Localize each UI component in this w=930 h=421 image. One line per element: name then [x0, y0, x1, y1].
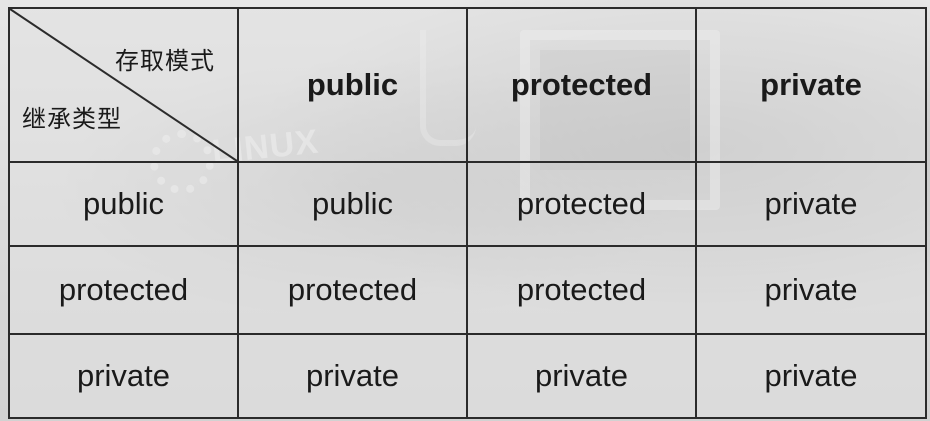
table-cell: private	[695, 245, 927, 335]
table-header-row: 存取模式 继承类型 public protected private	[8, 7, 927, 163]
row-header-protected: protected	[8, 245, 239, 335]
corner-header-cell: 存取模式 继承类型	[8, 7, 239, 163]
table-cell: public	[237, 161, 468, 247]
column-header-protected: protected	[466, 7, 697, 163]
table-cell: protected	[466, 245, 697, 335]
table-cell: private	[466, 333, 697, 419]
table-cell: protected	[237, 245, 468, 335]
column-header-private: private	[695, 7, 927, 163]
inheritance-type-axis-label: 继承类型	[22, 106, 122, 133]
table-cell: private	[237, 333, 468, 419]
row-header-public: public	[8, 161, 239, 247]
table-cell: private	[695, 333, 927, 419]
row-header-private: private	[8, 333, 239, 419]
table-row: protected protected protected private	[8, 245, 927, 335]
table-row: private private private private	[8, 333, 927, 419]
access-mode-axis-label: 存取模式	[115, 48, 215, 75]
table-cell: protected	[466, 161, 697, 247]
column-header-public: public	[237, 7, 468, 163]
corner-diagonal-line	[10, 9, 237, 161]
table-cell: private	[695, 161, 927, 247]
table-row: public public protected private	[8, 161, 927, 247]
access-mode-table: 存取模式 继承类型 public protected private publi…	[8, 7, 927, 419]
slide-canvas: LINUX 存取模式 继承类型 public protected private	[0, 0, 930, 421]
